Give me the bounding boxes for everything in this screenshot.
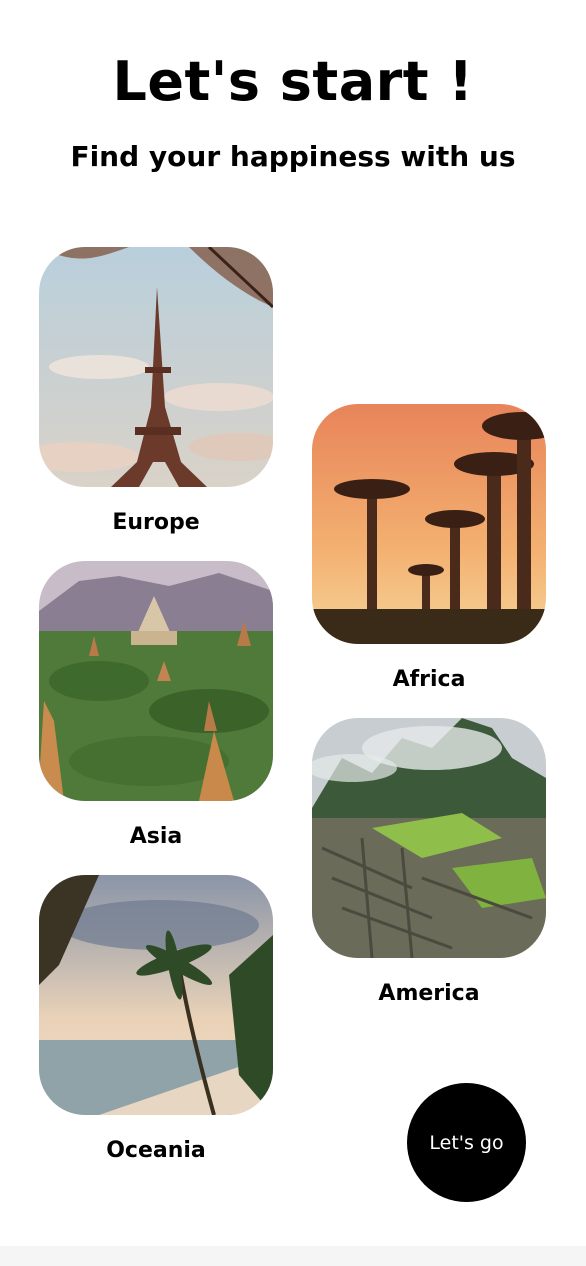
- africa-label[interactable]: Africa: [312, 667, 546, 692]
- oceania-label[interactable]: Oceania: [39, 1138, 273, 1163]
- page-title: Let's start !: [112, 50, 474, 113]
- asia-label[interactable]: Asia: [39, 824, 273, 849]
- oceania-card-image[interactable]: [39, 875, 273, 1115]
- asia-card-image[interactable]: [39, 561, 273, 801]
- europe-card-image[interactable]: [39, 247, 273, 487]
- page-subtitle: Find your happiness with us: [70, 140, 516, 173]
- lets-go-button[interactable]: Let's go: [407, 1083, 526, 1202]
- africa-card-image[interactable]: [312, 404, 546, 644]
- america-card-image[interactable]: [312, 718, 546, 958]
- bottom-strip: [0, 1246, 586, 1266]
- europe-label[interactable]: Europe: [39, 510, 273, 535]
- america-label[interactable]: America: [312, 981, 546, 1006]
